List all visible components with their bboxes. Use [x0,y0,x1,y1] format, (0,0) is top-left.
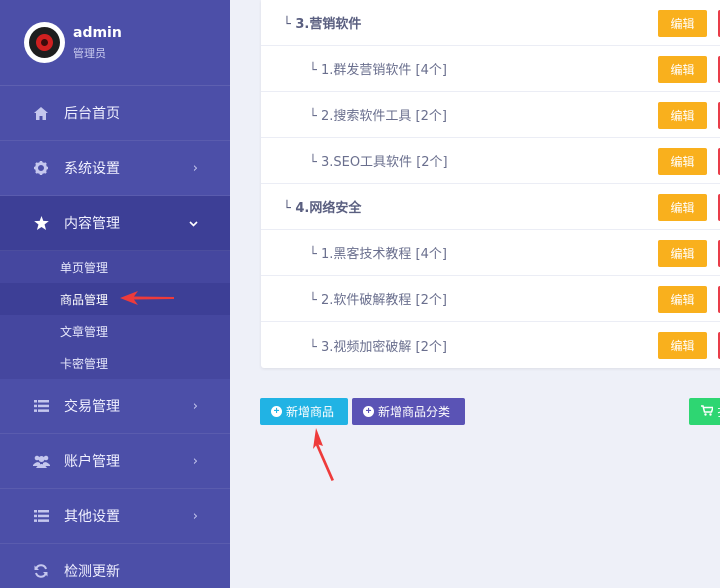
category-name: └ 1.黑客技术教程 [4个] [309,247,447,262]
table-row: └ 4.网络安全 编辑 [261,184,720,230]
list-icon [32,400,50,412]
plus-circle-icon: + [271,406,282,417]
edit-button[interactable]: 编辑 [658,194,707,221]
category-name: └ 4.网络安全 [283,201,362,216]
sidebar-item-other[interactable]: 其他设置 › [0,489,230,544]
list-icon [32,510,50,522]
chevron-down-icon [189,216,198,231]
chevron-right-icon: › [192,453,198,469]
category-name: └ 3.SEO工具软件 [2个] [309,155,448,170]
plus-circle-icon: + [363,406,374,417]
users-icon [32,455,50,468]
submenu-item-products[interactable]: 商品管理 [0,283,230,315]
avatar[interactable] [24,22,65,63]
edit-button[interactable]: 编辑 [658,332,707,359]
sidebar-item-label: 账户管理 [64,454,120,470]
edit-button[interactable]: 编辑 [658,102,707,129]
main-content: └ 3.营销软件 编辑 └ 1.群发营销软件 [4个] 编辑 └ 2.搜索软件工… [230,0,720,588]
cart-button[interactable]: 扌 [689,398,720,425]
add-category-button[interactable]: + 新增商品分类 [352,398,465,425]
category-table: └ 3.营销软件 编辑 └ 1.群发营销软件 [4个] 编辑 └ 2.搜索软件工… [261,0,720,368]
sidebar-item-label: 交易管理 [64,399,120,415]
table-row: └ 2.软件破解教程 [2个] 编辑 [261,276,720,322]
content-submenu: 单页管理 商品管理 文章管理 卡密管理 [0,251,230,379]
category-name: └ 2.软件破解教程 [2个] [309,293,447,308]
table-row: └ 1.群发营销软件 [4个] 编辑 [261,46,720,92]
edit-button[interactable]: 编辑 [658,148,707,175]
submenu-item-cards[interactable]: 卡密管理 [0,347,230,379]
table-row: └ 3.视频加密破解 [2个] 编辑 [261,322,720,368]
sidebar-item-content[interactable]: 内容管理 [0,196,230,251]
user-info: admin 管理员 [73,24,122,61]
sidebar-item-update[interactable]: 检测更新 [0,544,230,588]
sidebar-item-label: 其他设置 [64,509,120,525]
sidebar: admin 管理员 后台首页 系统设置 › 内容管理 单页管理 商品管理 文章管… [0,0,230,588]
edit-button[interactable]: 编辑 [658,10,707,37]
chevron-right-icon: › [192,398,198,414]
user-name: admin [73,25,122,41]
submenu-item-articles[interactable]: 文章管理 [0,315,230,347]
add-category-label: 新增商品分类 [378,405,451,419]
sidebar-item-account[interactable]: 账户管理 › [0,434,230,489]
edit-button[interactable]: 编辑 [658,56,707,83]
sidebar-item-label: 后台首页 [64,106,120,122]
gear-icon [32,161,50,175]
submenu-item-pages[interactable]: 单页管理 [0,251,230,283]
category-name: └ 3.视频加密破解 [2个] [309,339,447,355]
category-name: └ 3.营销软件 [283,17,362,32]
chevron-right-icon: › [192,508,198,524]
sidebar-item-label: 内容管理 [64,216,120,232]
star-icon [32,216,50,230]
user-panel: admin 管理员 [0,0,230,86]
category-name: └ 1.群发营销软件 [4个] [309,63,447,78]
refresh-icon [32,564,50,578]
category-name: └ 2.搜索软件工具 [2个] [309,109,447,124]
user-role: 管理员 [73,47,106,60]
table-row: └ 2.搜索软件工具 [2个] 编辑 [261,92,720,138]
sidebar-item-label: 检测更新 [64,564,120,580]
sidebar-item-system[interactable]: 系统设置 › [0,141,230,196]
add-product-label: 新增商品 [286,405,335,419]
table-row: └ 3.营销软件 编辑 [261,0,720,46]
add-product-button[interactable]: + 新增商品 [260,398,348,425]
sidebar-item-trade[interactable]: 交易管理 › [0,379,230,434]
sidebar-item-label: 系统设置 [64,161,120,177]
cart-icon [701,404,715,419]
table-row: └ 3.SEO工具软件 [2个] 编辑 [261,138,720,184]
edit-button[interactable]: 编辑 [658,240,707,267]
sidebar-item-home[interactable]: 后台首页 [0,86,230,141]
chevron-right-icon: › [192,160,198,176]
edit-button[interactable]: 编辑 [658,286,707,313]
table-row: └ 1.黑客技术教程 [4个] 编辑 [261,230,720,276]
home-icon [32,106,50,120]
